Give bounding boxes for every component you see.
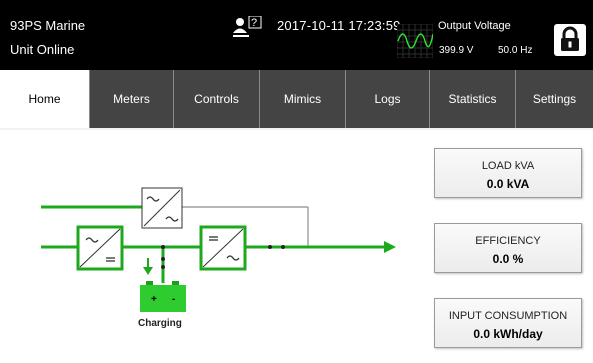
unit-status: Unit Online (10, 42, 75, 57)
tab-label: Statistics (448, 92, 497, 106)
tab-meters[interactable]: Meters (89, 70, 173, 128)
output-voltage-value: 399.9 V (439, 45, 474, 56)
device-name: 93PS Marine (10, 18, 86, 33)
padlock-icon (561, 26, 579, 51)
metric-value: 0.0 % (492, 252, 524, 266)
metric-label: INPUT CONSUMPTION (448, 310, 568, 322)
tab-statistics[interactable]: Statistics (429, 70, 515, 128)
date-time: 2017-10-11 17:23:59 (277, 18, 401, 33)
battery-icon: + - (140, 281, 186, 312)
tab-label: Logs (374, 92, 401, 106)
tab-label: Meters (113, 92, 150, 106)
svg-text:?: ? (251, 17, 257, 29)
status-header: 93PS Marine Unit Online ? 2017-10-11 17:… (0, 0, 593, 70)
input-consumption-button[interactable]: INPUT CONSUMPTION 0.0 kWh/day (434, 298, 582, 348)
battery-plus-sign: + (151, 294, 157, 305)
bypass-switch-icon (141, 187, 183, 229)
tab-label: Controls (194, 92, 239, 106)
output-arrow-icon (384, 241, 396, 253)
ups-mimic-diagram[interactable]: + - (0, 128, 430, 363)
lock-button[interactable] (554, 24, 586, 56)
output-voltage-label: Output Voltage (438, 20, 511, 32)
inverter-icon (199, 225, 247, 271)
tab-label: Settings (532, 92, 577, 106)
tab-mimics[interactable]: Mimics (259, 70, 345, 128)
user-help-icon[interactable]: ? (232, 16, 262, 38)
battery-status-label: Charging (138, 318, 182, 329)
battery-minus-sign: - (172, 294, 175, 305)
metric-label: LOAD kVA (481, 160, 535, 172)
metric-value: 0.0 kWh/day (473, 327, 543, 341)
tab-home[interactable]: Home (0, 70, 89, 128)
efficiency-button[interactable]: EFFICIENCY 0.0 % (434, 223, 582, 273)
metric-value: 0.0 kVA (486, 177, 530, 191)
charging-arrow-icon (143, 267, 153, 275)
metric-label: EFFICIENCY (475, 235, 541, 247)
tab-logs[interactable]: Logs (345, 70, 429, 128)
tab-label: Home (28, 92, 61, 106)
tab-controls[interactable]: Controls (173, 70, 259, 128)
rectifier-icon (76, 225, 124, 271)
load-kva-button[interactable]: LOAD kVA 0.0 kVA (434, 148, 582, 198)
tab-settings[interactable]: Settings (515, 70, 593, 128)
sine-wave-icon (397, 24, 433, 58)
output-frequency-value: 50.0 Hz (498, 45, 533, 56)
tab-label: Mimics (283, 92, 322, 106)
ups-home-screen: 93PS Marine Unit Online ? 2017-10-11 17:… (0, 0, 593, 363)
